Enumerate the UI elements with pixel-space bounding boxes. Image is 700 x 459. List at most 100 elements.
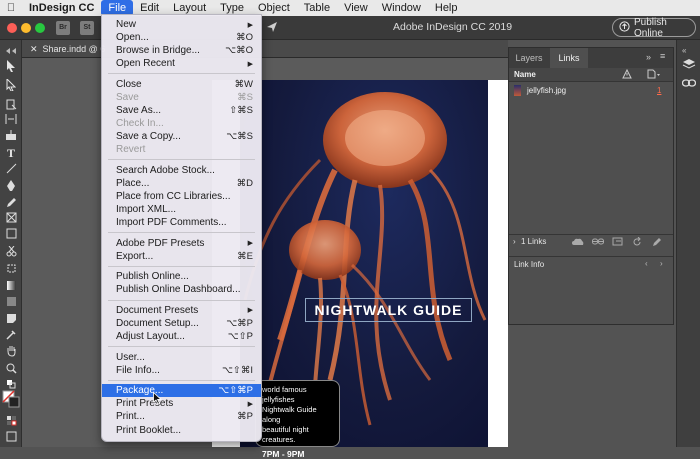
file-menu-item-document-presets[interactable]: Document Presets ▶ [102, 304, 261, 317]
file-menu-item-shortcut: ⇧⌘S [229, 105, 253, 116]
file-menu-item-shortcut: ⌥⇧⌘P [218, 385, 253, 397]
tab-layers[interactable]: Layers [509, 48, 549, 68]
layers-icon[interactable] [682, 58, 696, 73]
file-menu-item-revert[interactable]: Revert [102, 143, 261, 156]
pencil-tool-icon[interactable] [3, 195, 19, 209]
file-menu-item-adobe-pdf-presets[interactable]: Adobe PDF Presets ▶ [102, 237, 261, 250]
name-column-label[interactable]: Name [514, 70, 536, 79]
expand-links-icon[interactable]: › [513, 237, 516, 246]
links-icon[interactable] [681, 78, 697, 91]
selection-tool-icon[interactable] [3, 59, 19, 73]
eyedropper-tool-icon[interactable] [3, 327, 19, 341]
nightwalk-title[interactable]: NIGHTWALK GUIDE [305, 298, 472, 322]
file-menu-item-label: Document Setup... [116, 318, 199, 329]
default-fill-stroke-icon[interactable] [3, 377, 19, 391]
file-menu-item-export[interactable]: Export... ⌘E [102, 250, 261, 263]
file-menu-item-publish-online[interactable]: Publish Online... [102, 270, 261, 283]
file-menu-item-import-pdf-comments[interactable]: Import PDF Comments... [102, 216, 261, 229]
warning-column-icon[interactable] [622, 68, 632, 81]
link-thumbnail [514, 85, 521, 96]
file-menu-item-close[interactable]: Close ⌘W [102, 78, 261, 91]
file-menu-item-file-info[interactable]: File Info... ⌥⇧⌘I [102, 364, 261, 377]
file-menu-item-place[interactable]: Place... ⌘D [102, 177, 261, 190]
cc-libraries-icon[interactable] [572, 237, 584, 248]
go-to-link-icon[interactable] [612, 237, 624, 248]
page-column-icon[interactable] [647, 69, 661, 81]
link-page-number[interactable]: 1 [657, 86, 661, 95]
panel-menu-icon[interactable]: ≡ [660, 51, 665, 61]
apply-color-icon[interactable] [3, 413, 19, 427]
file-menu-item-user[interactable]: User... [102, 351, 261, 364]
file-menu-item-label: Place from CC Libraries... [116, 191, 231, 202]
tools-panel: T [0, 40, 22, 447]
file-menu-item-new[interactable]: New ▶ [102, 18, 261, 31]
zoom-tool-icon[interactable] [3, 361, 19, 375]
file-menu-item-publish-online-dashboard[interactable]: Publish Online Dashboard... [102, 283, 261, 296]
apple-icon[interactable]:  [0, 2, 22, 14]
menu-view[interactable]: View [337, 0, 375, 16]
menu-help[interactable]: Help [428, 0, 465, 16]
stock-badge[interactable]: St [80, 21, 94, 35]
file-menu-item-browse-in-bridge[interactable]: Browse in Bridge... ⌥⌘O [102, 44, 261, 57]
previous-link-icon[interactable]: ‹ [645, 259, 648, 268]
file-menu-item-package[interactable]: Package... ⌥⇧⌘P [102, 384, 261, 398]
update-link-icon[interactable] [632, 236, 642, 249]
link-info-header[interactable]: Link Info ‹ › [509, 256, 673, 270]
minimize-window-icon[interactable] [21, 23, 31, 33]
note-tool-icon[interactable] [3, 311, 19, 325]
file-menu-item-save[interactable]: Save ⌘S [102, 91, 261, 104]
content-collector-icon[interactable] [3, 128, 19, 142]
collapse-tools-icon[interactable] [3, 44, 19, 58]
scissors-tool-icon[interactable] [3, 244, 19, 258]
menu-app-name[interactable]: InDesign CC [22, 0, 101, 16]
caption-box[interactable]: world famous jellyfishes Nightwalk Guide… [255, 380, 340, 459]
screen-mode-icon[interactable] [3, 429, 19, 443]
fill-stroke-swatch[interactable] [2, 390, 20, 408]
free-transform-tool-icon[interactable] [3, 261, 19, 275]
publish-online-button[interactable]: Publish Online [612, 17, 696, 39]
rectangle-tool-icon[interactable] [3, 226, 19, 240]
file-menu-item-print-presets[interactable]: Print Presets ▶ [102, 397, 261, 410]
file-menu-item-adjust-layout[interactable]: Adjust Layout... ⌥⇧P [102, 330, 261, 343]
bridge-badge[interactable]: Br [56, 21, 70, 35]
file-menu-item-print[interactable]: Print... ⌘P [102, 410, 261, 423]
menu-window[interactable]: Window [375, 0, 428, 16]
file-menu-item-check-in[interactable]: Check In... [102, 117, 261, 130]
relink-icon[interactable] [592, 237, 604, 248]
close-tab-icon[interactable]: ✕ [30, 44, 43, 54]
pen-tool-icon[interactable] [3, 179, 19, 193]
collapse-panel-icon[interactable]: » [646, 52, 651, 62]
page-tool-icon[interactable] [3, 97, 19, 111]
file-menu-item-save-a-copy[interactable]: Save a Copy... ⌥⌘S [102, 130, 261, 143]
gap-tool-icon[interactable] [3, 112, 19, 126]
file-menu-item-import-xml[interactable]: Import XML... [102, 203, 261, 216]
file-menu-item-open-recent[interactable]: Open Recent ▶ [102, 57, 261, 70]
menu-table[interactable]: Table [297, 0, 337, 16]
submenu-arrow-icon: ▶ [247, 60, 253, 68]
zoom-window-icon[interactable] [35, 23, 45, 33]
file-menu-item-open[interactable]: Open... ⌘O [102, 31, 261, 44]
line-tool-icon[interactable] [3, 161, 19, 175]
hand-tool-icon[interactable] [3, 344, 19, 358]
next-link-icon[interactable]: › [660, 259, 663, 268]
gradient-feather-tool-icon[interactable] [3, 294, 19, 308]
close-window-icon[interactable] [7, 23, 17, 33]
file-menu-item-document-setup[interactable]: Document Setup... ⌥⌘P [102, 317, 261, 330]
link-row[interactable]: jellyfish.jpg 1 [509, 84, 673, 98]
file-menu-item-label: Print Presets [116, 398, 174, 410]
paper-plane-icon[interactable] [266, 21, 278, 36]
file-menu-item-label: Import XML... [116, 204, 177, 216]
rectangle-frame-tool-icon[interactable] [3, 210, 19, 224]
edit-original-icon[interactable] [652, 237, 662, 249]
type-tool-icon[interactable]: T [3, 146, 19, 160]
direct-selection-tool-icon[interactable] [3, 78, 19, 92]
tab-links[interactable]: Links [550, 48, 588, 68]
file-menu-item-save-as[interactable]: Save As... ⇧⌘S [102, 104, 261, 117]
file-menu-item-place-from-cc-libraries[interactable]: Place from CC Libraries... [102, 190, 261, 203]
app-title: Adobe InDesign CC 2019 [393, 21, 513, 33]
gradient-swatch-tool-icon[interactable] [3, 278, 19, 292]
document-tab[interactable]: ✕ Share.indd @ 6 [30, 42, 108, 57]
expand-panels-icon[interactable]: « [682, 46, 686, 55]
file-menu-item-print-booklet[interactable]: Print Booklet... [102, 424, 261, 437]
file-menu-item-search-adobe-stock[interactable]: Search Adobe Stock... [102, 164, 261, 177]
